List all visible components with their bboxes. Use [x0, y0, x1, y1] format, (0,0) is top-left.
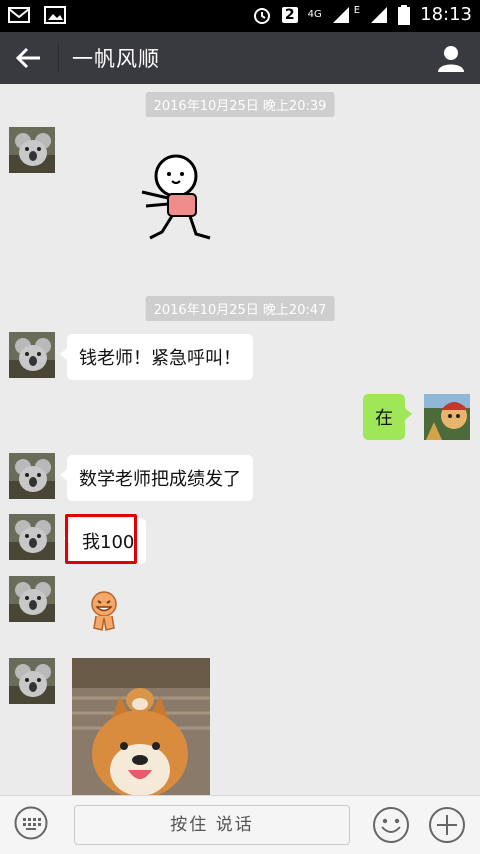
image-icon [44, 6, 66, 24]
message-bubble-incoming[interactable]: 钱老师！紧急呼叫！ [60, 334, 253, 380]
laughing-emoji-sticker[interactable] [88, 590, 120, 632]
back-arrow-icon[interactable] [14, 44, 44, 72]
message-bubble-outgoing[interactable]: 在 [363, 394, 412, 440]
hold-to-talk-button[interactable]: 按住 说话 [74, 805, 350, 845]
header-divider [58, 44, 59, 72]
message-bubble-incoming[interactable]: 数学老师把成绩发了 [60, 455, 253, 501]
plus-icon[interactable] [428, 806, 466, 844]
koala-avatar[interactable] [9, 453, 55, 499]
koala-avatar[interactable] [9, 658, 55, 704]
status-bar: 2 4G E 18:13 [0, 0, 480, 32]
signal-type-label: E [353, 5, 361, 16]
contact-info-icon[interactable] [436, 44, 466, 72]
chat-area[interactable]: 2016年10月25日 晚上20:39 2016年10月25日 晚上20:47 … [0, 84, 480, 795]
koala-avatar[interactable] [9, 332, 55, 378]
koala-avatar[interactable] [9, 514, 55, 560]
mail-icon [8, 7, 30, 23]
alarm-icon [253, 7, 270, 24]
koala-avatar[interactable] [9, 576, 55, 622]
dancing-sticker[interactable] [138, 154, 214, 246]
timestamp: 2016年10月25日 晚上20:39 [145, 92, 335, 117]
emoji-icon[interactable] [372, 806, 410, 844]
chat-header: 一帆风顺 [0, 32, 480, 84]
red-highlight-box [65, 514, 137, 564]
input-bar: 按住 说话 [0, 795, 480, 854]
chat-title: 一帆风顺 [72, 47, 160, 71]
sim-badge: 2 [281, 6, 298, 23]
user-avatar[interactable] [424, 394, 470, 440]
signal-icon [332, 6, 349, 23]
network-label: 4G [307, 9, 322, 20]
koala-avatar[interactable] [9, 127, 55, 173]
signal-icon-2 [371, 6, 388, 23]
timestamp: 2016年10月25日 晚上20:47 [145, 296, 335, 321]
shiba-dog-image[interactable] [72, 658, 210, 795]
battery-icon [398, 4, 411, 25]
clock: 18:13 [420, 4, 472, 25]
keyboard-toggle-icon[interactable] [14, 806, 48, 840]
